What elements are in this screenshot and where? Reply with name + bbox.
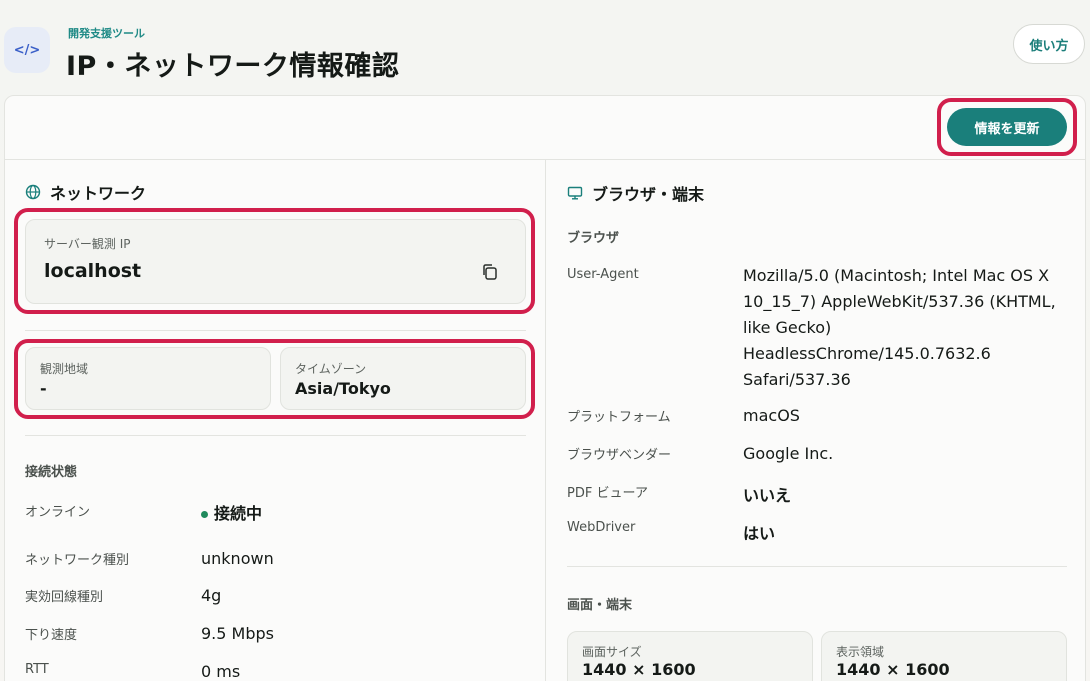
timezone-tile: タイムゾーン Asia/Tokyo [280,347,526,410]
region-tile: 観測地域 - [25,347,271,410]
timezone-label: タイムゾーン [295,362,367,376]
divider [567,566,1067,567]
connection-heading: 接続状態 [25,465,78,480]
network-section-title: ネットワーク [25,180,146,204]
region-value: - [40,379,47,398]
divider [25,330,526,331]
browser-heading: ブラウザ [567,231,620,246]
divider [25,435,526,436]
effective-type-key: 実効回線種別 [25,590,104,605]
help-button[interactable]: 使い方 [1013,24,1085,64]
server-ip-tile: サーバー観測 IP localhost [25,219,526,304]
vendor-key: ブラウザベンダー [567,448,672,463]
code-icon: </> [4,27,50,73]
monitor-icon [567,186,583,200]
screen-heading: 画面・端末 [567,598,633,613]
server-ip-label: サーバー観測 IP [44,237,131,251]
timezone-value: Asia/Tokyo [295,379,391,398]
toolbar: 情報を更新 [5,96,1085,160]
pdf-viewer-key: PDF ビューア [567,486,648,501]
effective-type-value: 4g [201,586,222,605]
rtt-key: RTT [25,662,49,677]
page-header: </> 開発支援ツール IP・ネットワーク情報確認 使い方 [0,0,1090,95]
vendor-value: Google Inc. [743,444,834,463]
webdriver-value: はい [743,524,776,543]
rtt-value: 0 ms [201,662,241,681]
page-title: IP・ネットワーク情報確認 [66,51,400,82]
user-agent-value: Mozilla/5.0 (Macintosh; Intel Mac OS X 1… [743,266,1056,389]
network-type-key: ネットワーク種別 [25,553,130,568]
user-agent-key: User-Agent [567,267,639,282]
browser-title: ブラウザ・端末 [592,185,705,204]
browser-section-title: ブラウザ・端末 [567,181,704,205]
downlink-value: 9.5 Mbps [201,624,274,643]
screen-size-value: 1440 × 1600 [582,660,696,679]
copy-icon[interactable] [480,262,500,282]
column-divider [545,160,546,681]
online-key: オンライン [25,505,91,520]
network-type-value: unknown [201,549,274,568]
platform-key: プラットフォーム [567,410,671,425]
status-dot-icon [201,511,208,518]
refresh-button[interactable]: 情報を更新 [947,108,1067,146]
main-card: 情報を更新 ネットワーク サーバー観測 IP localhost 観測地域 - … [4,95,1086,681]
network-title: ネットワーク [50,184,147,203]
downlink-key: 下り速度 [25,628,78,643]
page-kicker: 開発支援ツール [68,27,145,40]
viewport-value: 1440 × 1600 [836,660,950,679]
viewport-label: 表示領域 [836,645,885,659]
viewport-tile: 表示領域 1440 × 1600 [821,631,1067,681]
globe-icon [25,184,41,200]
platform-value: macOS [743,406,800,425]
webdriver-key: WebDriver [567,520,636,535]
online-status: 接続中 [214,504,263,523]
screen-size-label: 画面サイズ [582,645,642,659]
pdf-viewer-value: いいえ [743,486,792,505]
online-value: 接続中 [201,500,262,524]
server-ip-value: localhost [44,260,142,282]
region-label: 観測地域 [40,362,89,376]
screen-size-tile: 画面サイズ 1440 × 1600 [567,631,813,681]
